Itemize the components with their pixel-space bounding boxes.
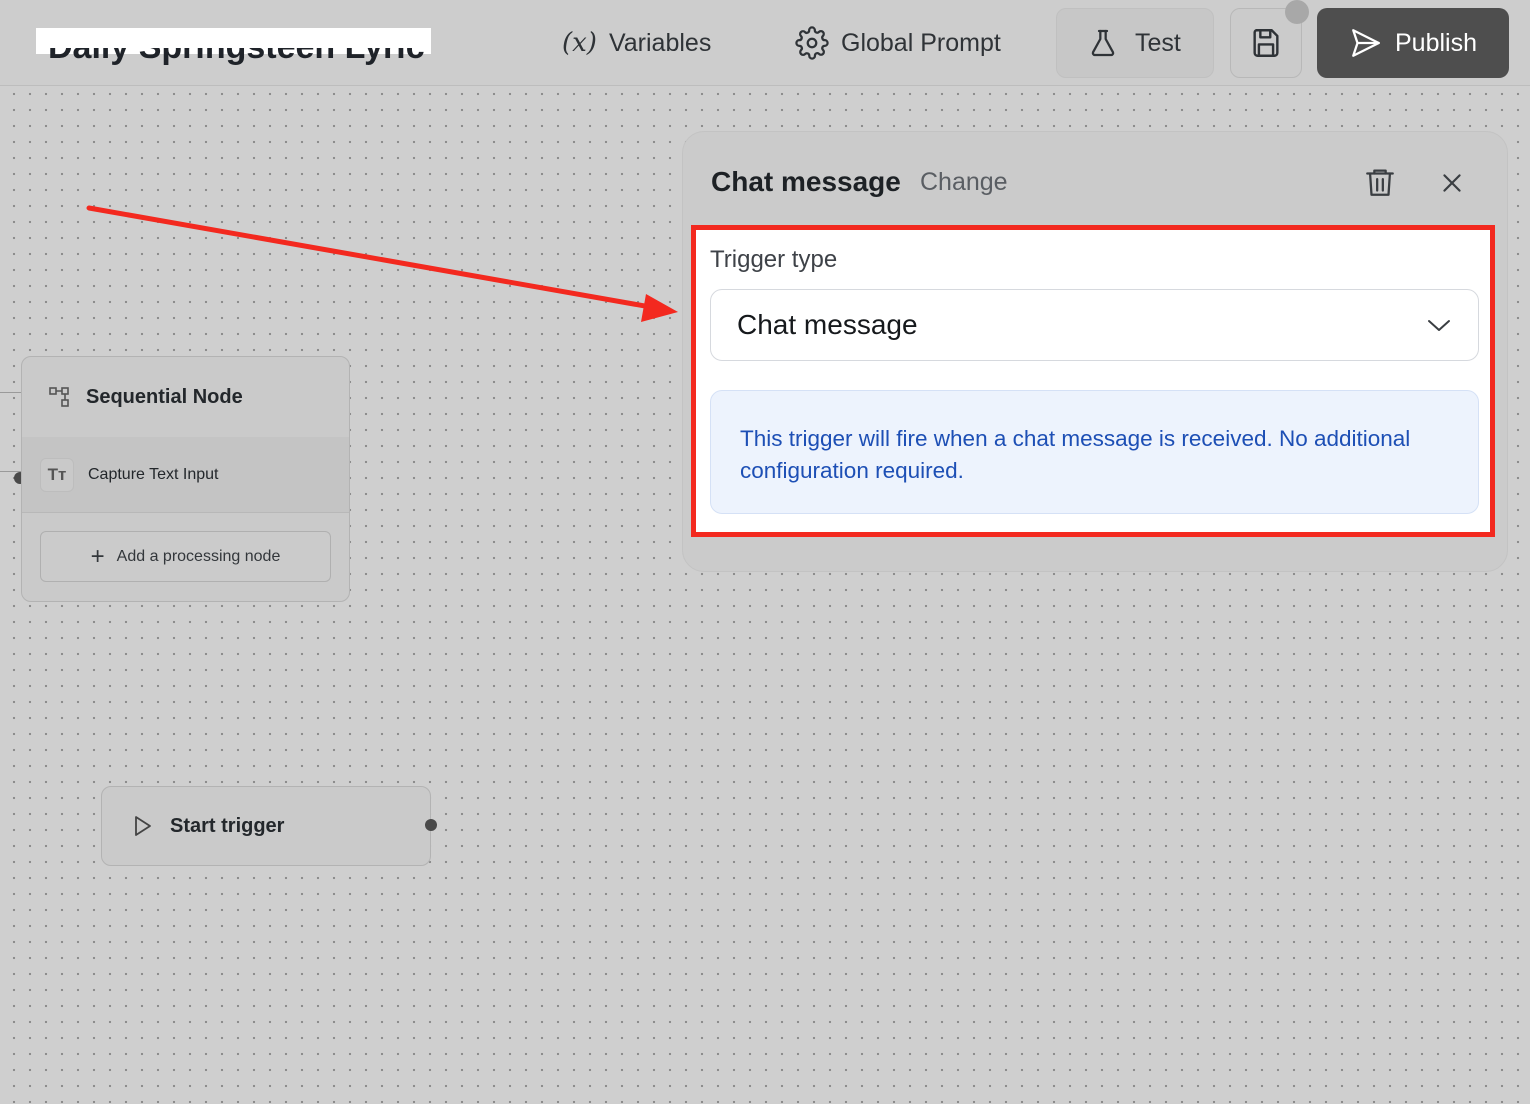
capture-text-input-label: Capture Text Input: [88, 465, 219, 483]
play-icon: [135, 816, 151, 836]
start-trigger-label: Start trigger: [170, 814, 285, 837]
top-bar: Daily Springsteen Lyric (x) Variables Gl…: [0, 0, 1530, 86]
variables-icon: (x): [562, 28, 597, 58]
test-label: Test: [1135, 28, 1181, 57]
variables-label: Variables: [608, 28, 712, 57]
trigger-type-value: Chat message: [737, 309, 918, 340]
test-button[interactable]: Test: [1056, 8, 1214, 78]
chevron-down-icon: [1428, 320, 1450, 331]
output-port[interactable]: [425, 819, 437, 831]
trash-icon[interactable]: [1363, 164, 1397, 200]
variables-button[interactable]: (x) Variables: [562, 8, 711, 78]
sequential-node[interactable]: Sequential Node Tт Capture Text Input + …: [21, 356, 350, 602]
text-icon: Tт: [40, 457, 74, 492]
plus-icon: +: [90, 542, 105, 570]
sequential-icon: [49, 387, 69, 407]
gear-icon: [795, 26, 829, 60]
publish-button[interactable]: Publish: [1317, 8, 1509, 78]
flask-icon: [1091, 29, 1115, 57]
publish-label: Publish: [1395, 28, 1477, 57]
info-callout: This trigger will fire when a chat messa…: [710, 390, 1479, 514]
change-link[interactable]: Change: [920, 168, 1008, 197]
highlight-box: Trigger type Chat message This trigger w…: [691, 225, 1495, 537]
trigger-type-label: Trigger type: [710, 246, 838, 273]
global-prompt-button[interactable]: Global Prompt: [795, 8, 1001, 78]
add-processing-node-label: Add a processing node: [116, 547, 281, 565]
workflow-title: Daily Springsteen Lyric: [48, 34, 425, 66]
global-prompt-label: Global Prompt: [841, 28, 1001, 57]
trigger-type-select[interactable]: Chat message: [710, 289, 1479, 361]
add-processing-node-button[interactable]: + Add a processing node: [40, 531, 331, 582]
edge-connector: [0, 392, 22, 472]
start-trigger-node[interactable]: Start trigger: [101, 786, 431, 866]
info-text: This trigger will fire when a chat messa…: [740, 426, 1411, 483]
save-icon: [1253, 29, 1279, 57]
sequential-node-title: Sequential Node: [86, 385, 243, 408]
capture-text-input-step[interactable]: Tт Capture Text Input: [22, 437, 349, 513]
unsaved-indicator: [1285, 0, 1309, 24]
close-icon[interactable]: [1439, 170, 1465, 196]
send-icon: [1352, 29, 1380, 57]
panel-title: Chat message: [711, 166, 901, 197]
sequential-node-header: Sequential Node: [22, 357, 349, 437]
workflow-title-redacted: Daily Springsteen Lyric: [36, 28, 431, 64]
